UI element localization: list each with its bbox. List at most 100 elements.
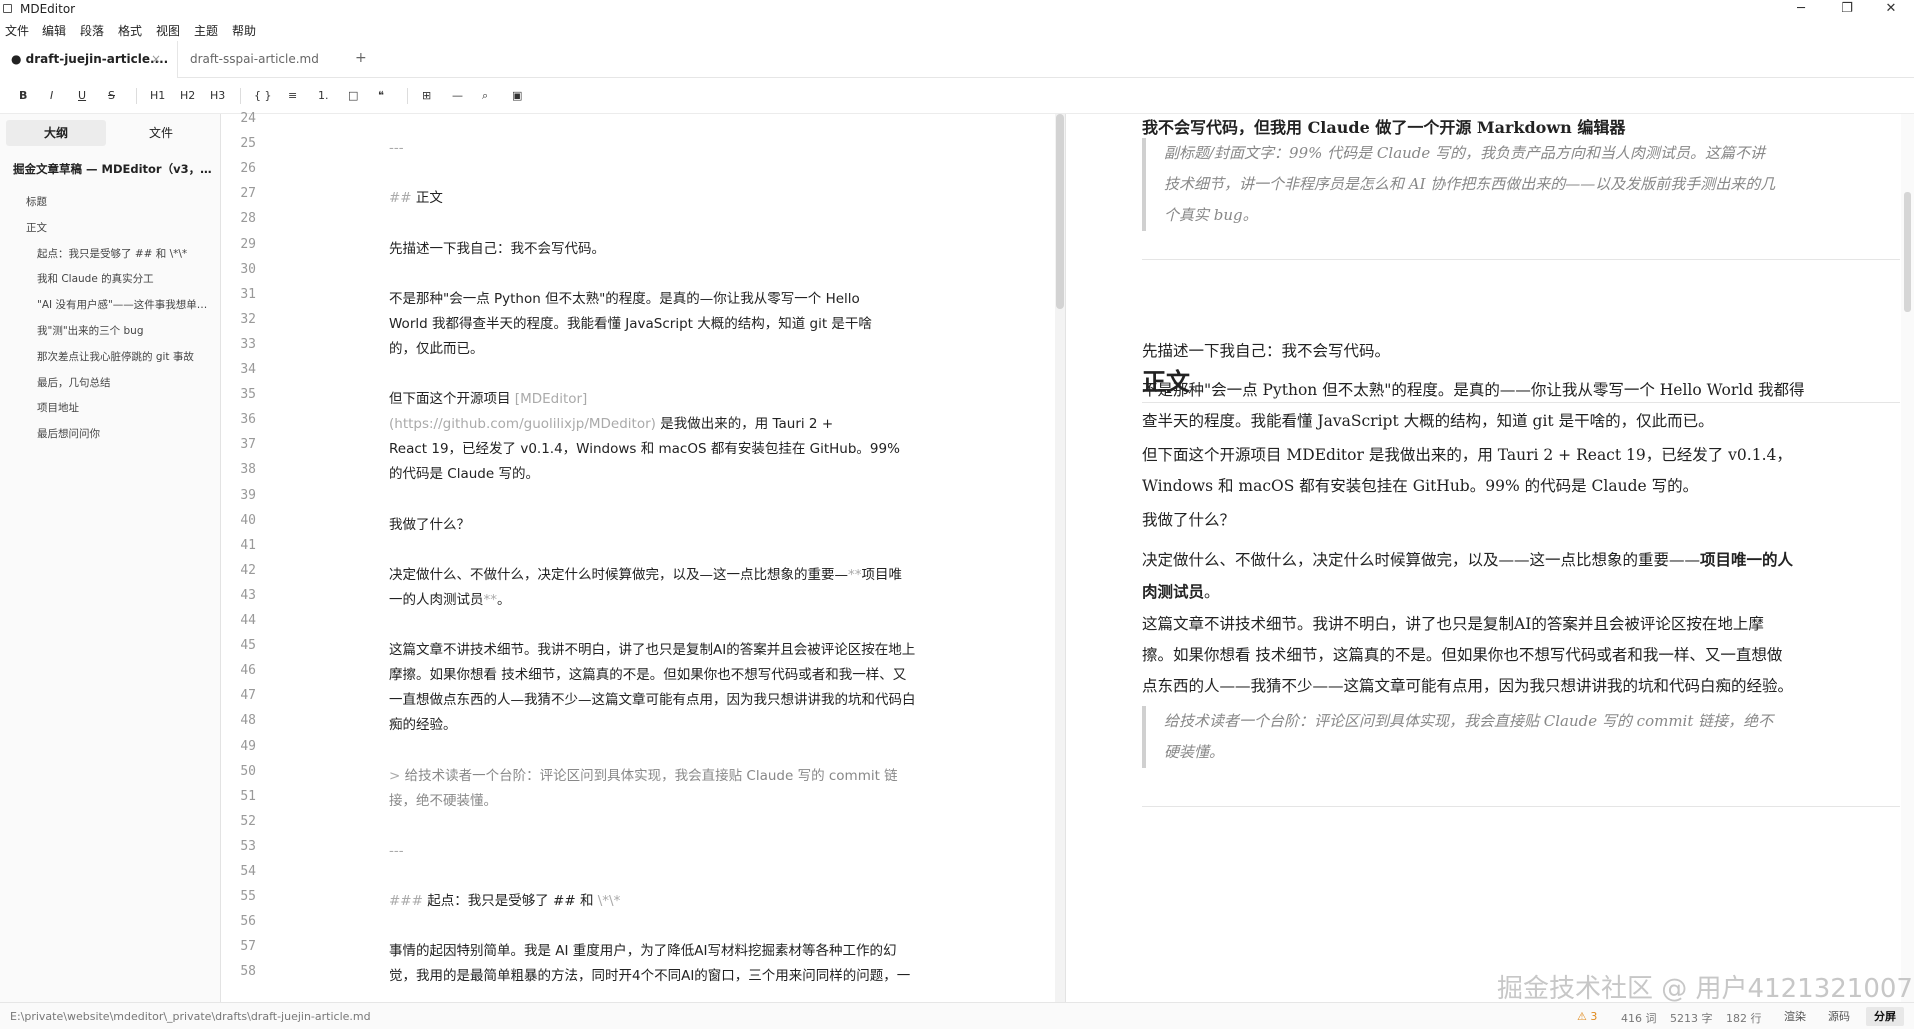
- menu-format[interactable]: 格式: [118, 22, 142, 39]
- paragraph-line: 擦。如果你想看 技术细节，这篇真的不是。但如果你也不想写代码或者和我一样、又一直…: [1142, 646, 1783, 664]
- bold-text: 肉测试员: [1142, 582, 1205, 601]
- editor-text: 。: [497, 591, 511, 608]
- menu-view[interactable]: 视图: [156, 22, 180, 39]
- line-number: 56: [240, 914, 256, 930]
- outline-item[interactable]: 起点：我只是受够了 ## 和 \*\*: [37, 246, 187, 261]
- paragraph-line: 这篇文章不讲技术细节。我讲不明白，讲了也只是复制AI的答案并且会被评论区按在地上…: [1142, 615, 1764, 633]
- editor-text: 这篇文章不讲技术细节。我讲不明白，讲了也只是复制AI的答案并且会被评论区按在地上: [389, 642, 916, 659]
- menu-bar: 文件 编辑 段落 格式 视图 主题 帮助: [0, 19, 1914, 41]
- ordered-list-button[interactable]: 1.: [318, 89, 329, 102]
- quote-line: 技术细节，讲一个非程序员是怎么和 AI 协作把东西做出来的——以及发版前我手测出…: [1164, 175, 1776, 193]
- line-number: 37: [240, 437, 256, 453]
- line-number: 32: [240, 311, 256, 327]
- line-number: 58: [240, 964, 256, 980]
- editor-line: 决定做什么、不做什么，决定什么时候算做完，以及—这一点比想象的重要—**项目唯: [389, 563, 902, 588]
- heading3-button[interactable]: H3: [210, 89, 225, 102]
- line-number: 48: [240, 713, 256, 729]
- tab-draft-sspai[interactable]: draft-sspai-article.md: [178, 41, 348, 78]
- editor-line: ## 正文: [389, 186, 443, 211]
- menu-paragraph[interactable]: 段落: [80, 22, 104, 39]
- preview-paragraph: 决定做什么、不做什么，决定什么时候算做完，以及——这一点比想象的重要——项目唯一…: [1142, 544, 1902, 608]
- editor-line: 一直想做点东西的人—我猜不少—这篇文章可能有点用，因为我只想讲讲我的坑和代码白: [389, 688, 916, 713]
- editor-line: 不是那种"会一点 Python 但不太熟"的程度。是真的—你让我从零写一个 He…: [389, 287, 860, 312]
- markdown-syntax: **: [483, 591, 498, 608]
- quote-line: 副标题/封面文字：99% 代码是 Claude 写的，我负责产品方向和当人肉测试…: [1164, 144, 1766, 162]
- outline-document-title[interactable]: 掘金文章草稿 — MDEditor（v3，…: [13, 161, 212, 177]
- menu-help[interactable]: 帮助: [232, 22, 256, 39]
- line-number: 44: [240, 613, 256, 628]
- code-block-button[interactable]: { }: [254, 89, 272, 102]
- outline-item[interactable]: 正文: [26, 220, 47, 235]
- editor-line: 的，仅此而已。: [389, 337, 484, 362]
- table-button[interactable]: ⊞: [422, 89, 431, 102]
- tab-bar: ● draft-juejin-article.... × draft-sspai…: [0, 41, 1914, 78]
- editor-text: 但下面这个开源项目: [389, 391, 515, 408]
- editor-line: ---: [389, 839, 404, 864]
- markdown-syntax: \*\*: [597, 893, 621, 910]
- editor-line: 但下面这个开源项目 [MDEditor]: [389, 387, 587, 412]
- markdown-syntax: **: [848, 566, 862, 583]
- menu-edit[interactable]: 编辑: [42, 22, 66, 39]
- editor-line: ---: [389, 136, 404, 161]
- line-number: 35: [240, 387, 256, 403]
- preview-scrollbar-thumb[interactable]: [1904, 192, 1911, 312]
- editor-line: 事情的起因特别简单。我是 AI 重度用户，为了降低AI写材料挖掘素材等各种工作的…: [389, 939, 897, 964]
- markdown-syntax: (https://github.com/guolilixjp/MDeditor): [389, 416, 656, 433]
- outline-item[interactable]: 我和 Claude 的真实分工: [37, 271, 154, 286]
- underline-button[interactable]: U: [78, 89, 86, 102]
- editor-text: 是我做出来的，用 Tauri 2 +: [655, 416, 834, 433]
- warning-count[interactable]: ⚠ 3: [1577, 1010, 1597, 1023]
- editor-scrollbar-thumb[interactable]: [1056, 114, 1064, 309]
- strikethrough-button[interactable]: S: [108, 89, 115, 102]
- editor-line: 这篇文章不讲技术细节。我讲不明白，讲了也只是复制AI的答案并且会被评论区按在地上: [389, 638, 915, 663]
- image-button[interactable]: ▣: [512, 89, 522, 102]
- bullet-list-button[interactable]: ≡: [288, 89, 297, 102]
- menu-theme[interactable]: 主题: [194, 22, 218, 39]
- editor-line: 我做了什么？: [389, 513, 470, 538]
- paragraph-line: 查半天的程度。我能看懂 JavaScript 大概的结构，知道 git 是干啥的…: [1142, 412, 1714, 430]
- maximize-button[interactable]: ❐: [1824, 0, 1870, 19]
- search-button[interactable]: ⌕: [482, 89, 488, 103]
- editor-line: 痴的经验。: [389, 713, 457, 738]
- outline-item[interactable]: 最后，几句总结: [37, 375, 111, 390]
- mode-render-button[interactable]: 渲染: [1776, 1007, 1814, 1026]
- sidebar-tab-outline[interactable]: 大纲: [6, 120, 106, 146]
- outline-item[interactable]: 项目地址: [37, 400, 79, 415]
- markdown-source-editor[interactable]: --- ## 正文 先描述一下我自己：我不会写代码。 不是那种"会一点 Python …: [268, 114, 1055, 1002]
- outline-item[interactable]: 我"测"出来的三个 bug: [37, 323, 143, 338]
- paragraph-line: 点东西的人——我猜不少——这篇文章可能有点用，因为我只想讲讲我的坑和代码白痴的经…: [1142, 677, 1794, 695]
- italic-button[interactable]: I: [50, 89, 53, 102]
- status-bar: E:\private\website\mdeditor\_private\dra…: [0, 1002, 1914, 1029]
- minimize-button[interactable]: ─: [1778, 0, 1824, 19]
- outline-item[interactable]: "AI 没有用户感"——这件事我想单…: [37, 297, 207, 312]
- tab-close-icon[interactable]: ×: [151, 41, 161, 78]
- line-number: 30: [240, 261, 256, 277]
- outline-item[interactable]: 那次差点让我心脏停跳的 git 事故: [37, 349, 194, 364]
- mode-split-button[interactable]: 分屏: [1866, 1007, 1904, 1026]
- line-number: 54: [240, 864, 256, 879]
- horizontal-rule-button[interactable]: —: [452, 89, 463, 102]
- line-number: 36: [240, 412, 256, 428]
- outline-item[interactable]: 最后想问问你: [37, 426, 100, 441]
- editor-text: 给技术读者一个台阶：评论区问到具体实现，我会直接贴 Claude 写的 comm…: [404, 767, 898, 784]
- task-list-button[interactable]: □: [348, 89, 358, 102]
- heading2-button[interactable]: H2: [180, 89, 195, 102]
- new-tab-button[interactable]: +: [355, 50, 367, 66]
- heading1-button[interactable]: H1: [150, 89, 165, 102]
- line-number: 41: [240, 537, 256, 553]
- mode-source-button[interactable]: 源码: [1820, 1007, 1858, 1026]
- outline-item[interactable]: 标题: [26, 194, 47, 209]
- bold-button[interactable]: B: [19, 89, 27, 102]
- editor-text: 一的人肉测试员: [389, 591, 484, 608]
- sidebar-tab-files[interactable]: 文件: [111, 120, 211, 146]
- preview-paragraph: 但下面这个开源项目 MDEditor 是我做出来的，用 Tauri 2 + Re…: [1142, 440, 1902, 502]
- preview-scrollbar[interactable]: [1901, 114, 1914, 1002]
- editor-scrollbar[interactable]: [1055, 114, 1065, 1002]
- menu-file[interactable]: 文件: [5, 22, 29, 39]
- preview-paragraph: 我做了什么？: [1142, 511, 1236, 529]
- tab-label: ● draft-juejin-article....: [11, 52, 169, 66]
- quote-button[interactable]: ❝: [378, 89, 384, 102]
- close-window-button[interactable]: ✕: [1868, 0, 1914, 19]
- line-number: 40: [240, 512, 256, 528]
- tab-draft-juejin[interactable]: ● draft-juejin-article.... ×: [0, 41, 178, 78]
